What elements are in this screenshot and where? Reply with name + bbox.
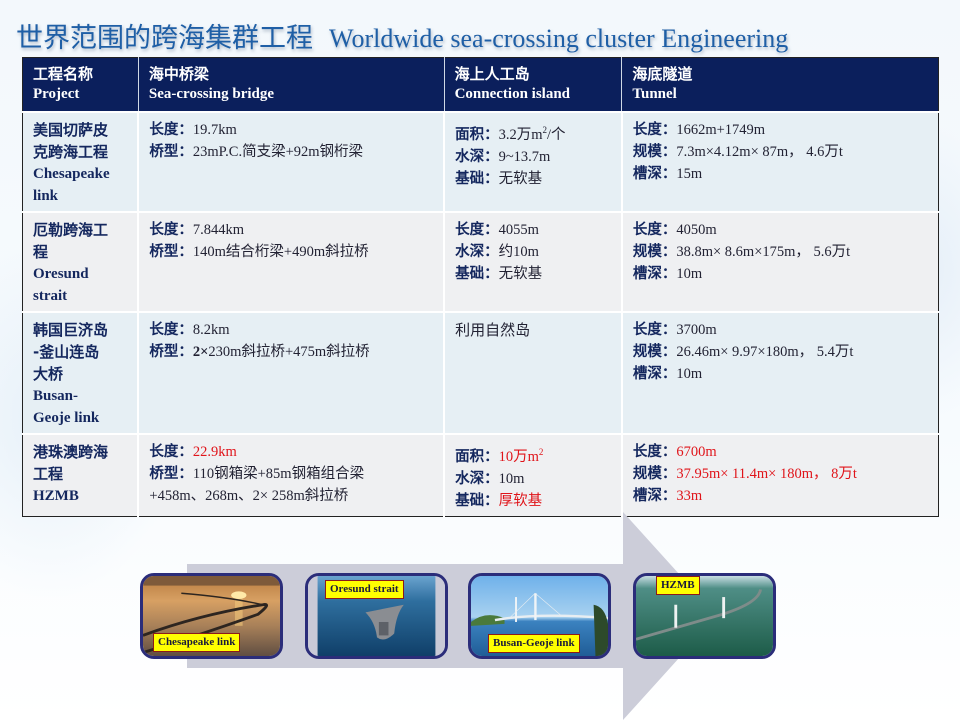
photo-oresund: Oresund strait xyxy=(305,573,448,659)
table-row: 美国切萨皮 克跨海工程 Chesapeake link 长度：19.7km 桥型… xyxy=(22,110,939,212)
photo-caption: HZMB xyxy=(656,576,700,595)
tunnel-cell: 长度：1662m+1749m 规模：7.3m×4.12m× 87m， 4.6万t… xyxy=(621,110,939,212)
header-project: 工程名称 Project xyxy=(22,57,139,112)
bridge-cell: 长度：22.9km 桥型：110钢箱梁+85m钢箱组合梁 +458m、268m、… xyxy=(138,432,446,516)
photo-caption: Busan-Geoje link xyxy=(488,634,580,653)
photo-hzmb: HZMB xyxy=(633,573,776,659)
comparison-table: 工程名称 Project 海中桥梁 Sea-crossing bridge 海上… xyxy=(22,57,939,517)
bridge-cell: 长度：7.844km 桥型：140m结合桁梁+490m斜拉桥 xyxy=(138,210,446,312)
island-cell: 面积：3.2万m2/个 水深：9~13.7m 基础：无软基 xyxy=(444,110,623,212)
photo-chesapeake: Chesapeake link xyxy=(140,573,283,659)
photo-caption: Oresund strait xyxy=(325,580,404,599)
slide-title: 世界范围的跨海集群工程 Worldwide sea-crossing clust… xyxy=(16,16,789,54)
bridge-cell: 长度：8.2km 桥型：2×230m斜拉桥+475m斜拉桥 xyxy=(138,310,446,434)
photo-busan-geoje: Busan-Geoje link xyxy=(468,573,611,659)
island-cell: 利用自然岛 xyxy=(444,310,623,434)
table-row: 厄勒跨海工 程 Oresund strait 长度：7.844km 桥型：140… xyxy=(22,210,939,312)
header-bridge: 海中桥梁 Sea-crossing bridge xyxy=(138,57,445,112)
project-cell: 美国切萨皮 克跨海工程 Chesapeake link xyxy=(22,110,140,212)
table-row: 韩国巨济岛 -釜山连岛 大桥 Busan- Geoje link 长度：8.2k… xyxy=(22,310,939,434)
header-island: 海上人工岛 Connection island xyxy=(444,57,623,112)
island-cell: 长度：4055m 水深：约10m 基础：无软基 xyxy=(444,210,623,312)
photo-caption: Chesapeake link xyxy=(153,633,241,652)
project-cell: 港珠澳跨海 工程 HZMB xyxy=(22,432,140,516)
bridge-cell: 长度：19.7km 桥型：23mP.C.简支梁+92m钢桁梁 xyxy=(138,110,446,212)
table-header-row: 工程名称 Project 海中桥梁 Sea-crossing bridge 海上… xyxy=(22,57,939,112)
title-english: Worldwide sea-crossing cluster Engineeri… xyxy=(329,24,789,53)
tunnel-cell: 长度：6700m 规模：37.95m× 11.4m× 180m， 8万t 槽深：… xyxy=(621,432,939,516)
table-row: 港珠澳跨海 工程 HZMB 长度：22.9km 桥型：110钢箱梁+85m钢箱组… xyxy=(22,432,939,516)
island-cell: 面积：10万m2 水深：10m 基础：厚软基 xyxy=(444,432,623,516)
title-chinese: 世界范围的跨海集群工程 xyxy=(16,23,313,54)
tunnel-cell: 长度：3700m 规模：26.46m× 9.97×180m， 5.4万t 槽深：… xyxy=(621,310,939,434)
project-cell: 厄勒跨海工 程 Oresund strait xyxy=(22,210,140,312)
header-tunnel: 海底隧道 Tunnel xyxy=(621,57,939,112)
tunnel-cell: 长度：4050m 规模：38.8m× 8.6m×175m， 5.6万t 槽深：1… xyxy=(621,210,939,312)
project-cell: 韩国巨济岛 -釜山连岛 大桥 Busan- Geoje link xyxy=(22,310,140,434)
